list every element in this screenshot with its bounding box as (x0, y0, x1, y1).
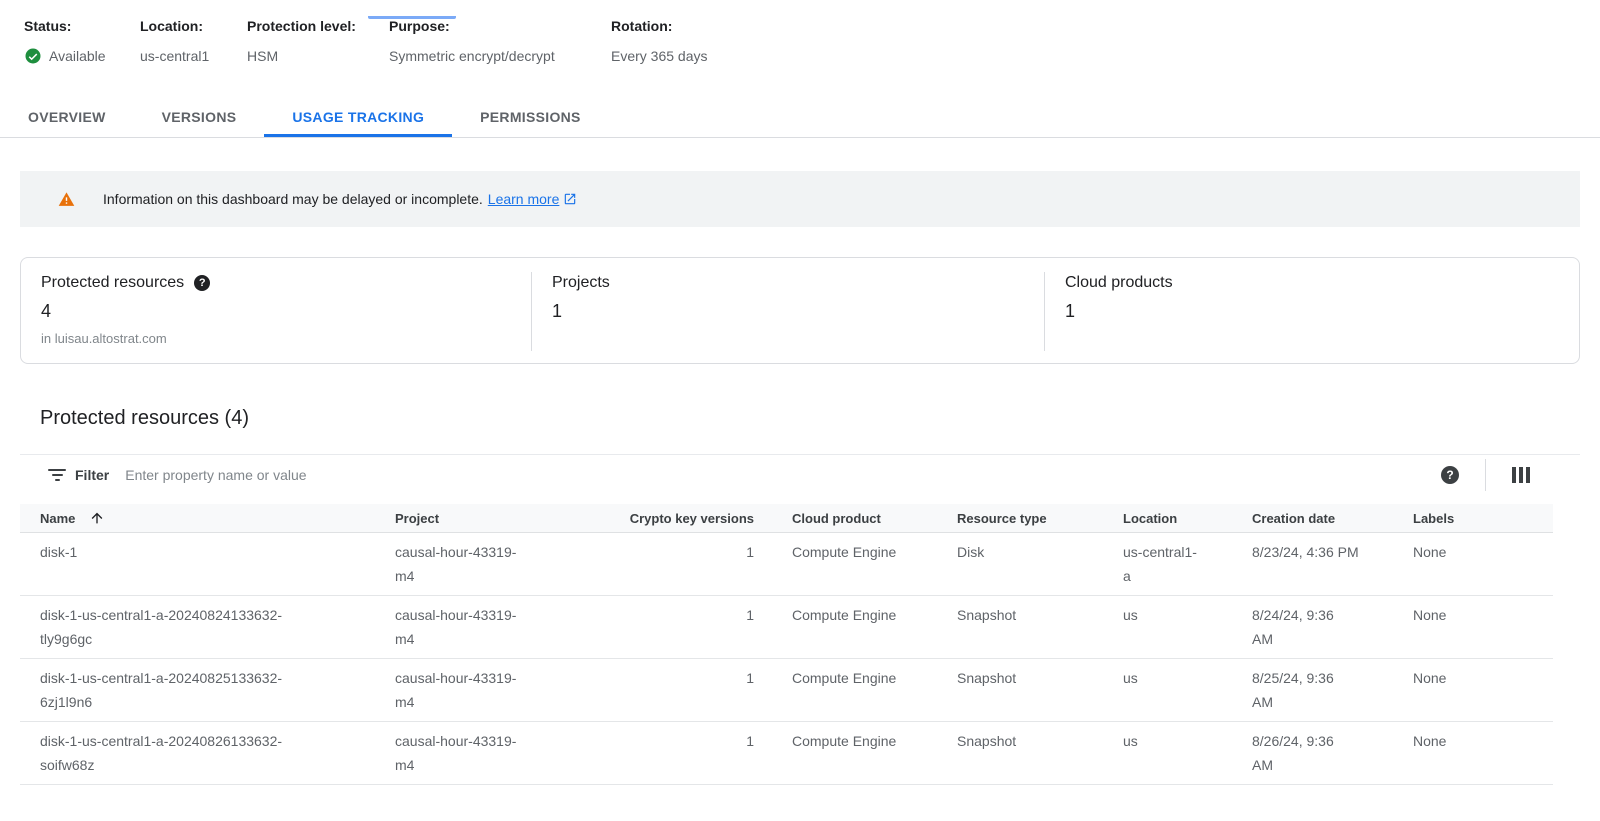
column-header-labels[interactable]: Labels (1413, 511, 1533, 526)
status-label: Status: (24, 16, 140, 36)
resource-location: us (1123, 666, 1252, 690)
resource-creation-date: 8/24/24, 9:36 AM (1252, 603, 1413, 651)
resources-table: Name Project Crypto key versions Cloud p… (20, 504, 1553, 785)
location-label: Location: (140, 16, 247, 36)
learn-more-link[interactable]: Learn more (488, 191, 578, 207)
resource-type: Disk (957, 540, 1123, 564)
help-icon[interactable]: ? (194, 275, 210, 291)
resource-key-versions: 1 (625, 666, 754, 690)
check-circle-icon (24, 47, 42, 65)
card-value: 1 (552, 301, 1044, 322)
protection-level-label: Protection level: (247, 16, 389, 36)
tab-versions[interactable]: VERSIONS (134, 99, 265, 137)
column-header-project[interactable]: Project (395, 511, 625, 526)
resource-key-versions: 1 (625, 603, 754, 627)
sort-ascending-icon (89, 510, 105, 526)
rotation-label: Rotation: (611, 16, 708, 36)
filter-input[interactable] (125, 467, 1441, 483)
column-header-cloud-product[interactable]: Cloud product (754, 511, 957, 526)
resource-cloud-product: Compute Engine (754, 666, 957, 690)
purpose-label: Purpose: (389, 16, 611, 36)
resource-type: Snapshot (957, 603, 1123, 627)
resource-name: disk-1-us-central1-a-20240826133632- soi… (40, 729, 395, 777)
resource-location: us (1123, 729, 1252, 753)
resource-project: causal-hour-43319- m4 (395, 729, 625, 777)
purpose-value: Symmetric encrypt/decrypt (389, 46, 555, 66)
resource-creation-date: 8/25/24, 9:36 AM (1252, 666, 1413, 714)
filter-toolbar: Filter ? (20, 454, 1580, 494)
resource-cloud-product: Compute Engine (754, 540, 957, 564)
card-protected-resources: Protected resources ? 4 in luisau.altost… (21, 258, 531, 363)
column-header-resource-type[interactable]: Resource type (957, 511, 1123, 526)
resource-cloud-product: Compute Engine (754, 729, 957, 753)
resource-creation-date: 8/26/24, 9:36 AM (1252, 729, 1413, 777)
resource-labels: None (1413, 540, 1533, 564)
table-row: disk-1 causal-hour-43319- m4 1 Compute E… (20, 533, 1553, 596)
column-display-icon[interactable] (1512, 467, 1530, 483)
table-row: disk-1-us-central1-a-20240826133632- soi… (20, 722, 1553, 785)
resource-name: disk-1-us-central1-a-20240825133632- 6zj… (40, 666, 395, 714)
table-header-row: Name Project Crypto key versions Cloud p… (20, 504, 1553, 533)
key-detail-location: Location: us-central1 (140, 16, 247, 66)
filter-button[interactable]: Filter (48, 467, 125, 483)
tab-overview[interactable]: OVERVIEW (0, 99, 134, 137)
table-row: disk-1-us-central1-a-20240824133632- tly… (20, 596, 1553, 659)
card-projects: Projects 1 (532, 258, 1044, 363)
location-value: us-central1 (140, 46, 209, 66)
column-header-name[interactable]: Name (40, 510, 395, 526)
rotation-value: Every 365 days (611, 46, 708, 66)
warning-icon (57, 191, 76, 208)
resource-type: Snapshot (957, 729, 1123, 753)
resource-location: us-central1- a (1123, 540, 1252, 588)
resource-project: causal-hour-43319- m4 (395, 540, 625, 588)
resource-type: Snapshot (957, 666, 1123, 690)
resource-key-versions: 1 (625, 540, 754, 564)
column-header-creation-date[interactable]: Creation date (1252, 511, 1413, 526)
card-title: Cloud products (1065, 274, 1173, 292)
tab-permissions[interactable]: PERMISSIONS (452, 99, 609, 137)
key-detail-purpose: Purpose: Symmetric encrypt/decrypt (389, 16, 611, 66)
key-detail-rotation: Rotation: Every 365 days (611, 16, 708, 66)
filter-help-icon[interactable]: ? (1441, 466, 1459, 484)
warning-banner: Information on this dashboard may be del… (20, 171, 1580, 227)
resource-location: us (1123, 603, 1252, 627)
resource-name: disk-1 (40, 540, 395, 564)
resource-cloud-product: Compute Engine (754, 603, 957, 627)
banner-message: Information on this dashboard may be del… (103, 191, 483, 207)
column-header-crypto-key-versions[interactable]: Crypto key versions (625, 511, 754, 526)
resource-name: disk-1-us-central1-a-20240824133632- tly… (40, 603, 395, 651)
key-detail-status: Status: Available (24, 16, 140, 66)
card-subtext: in luisau.altostrat.com (41, 331, 531, 346)
card-title: Protected resources (41, 274, 184, 292)
column-header-location[interactable]: Location (1123, 511, 1252, 526)
resource-labels: None (1413, 729, 1533, 753)
resource-project: causal-hour-43319- m4 (395, 666, 625, 714)
card-title: Projects (552, 274, 610, 292)
external-link-icon (563, 192, 577, 206)
card-cloud-products: Cloud products 1 (1045, 258, 1579, 363)
section-title: Protected resources (4) (40, 404, 1600, 432)
key-detail-protection-level: Protection level: HSM (247, 16, 389, 66)
toolbar-divider (1485, 459, 1486, 491)
resource-key-versions: 1 (625, 729, 754, 753)
resource-labels: None (1413, 603, 1533, 627)
status-value: Available (49, 46, 106, 66)
resource-project: causal-hour-43319- m4 (395, 603, 625, 651)
resource-labels: None (1413, 666, 1533, 690)
protection-level-value: HSM (247, 46, 278, 66)
filter-icon (48, 468, 66, 482)
card-value: 4 (41, 301, 531, 322)
summary-card: Protected resources ? 4 in luisau.altost… (20, 257, 1580, 364)
card-value: 1 (1065, 301, 1579, 322)
table-row: disk-1-us-central1-a-20240825133632- 6zj… (20, 659, 1553, 722)
key-details-bar: Status: Available Location: us-central1 … (0, 16, 1600, 66)
tab-bar: OVERVIEW VERSIONS USAGE TRACKING PERMISS… (0, 99, 1600, 138)
tab-usage-tracking[interactable]: USAGE TRACKING (264, 99, 452, 137)
scrolled-tab-indicator (368, 16, 456, 19)
resource-creation-date: 8/23/24, 4:36 PM (1252, 540, 1413, 564)
filter-label: Filter (75, 467, 109, 483)
